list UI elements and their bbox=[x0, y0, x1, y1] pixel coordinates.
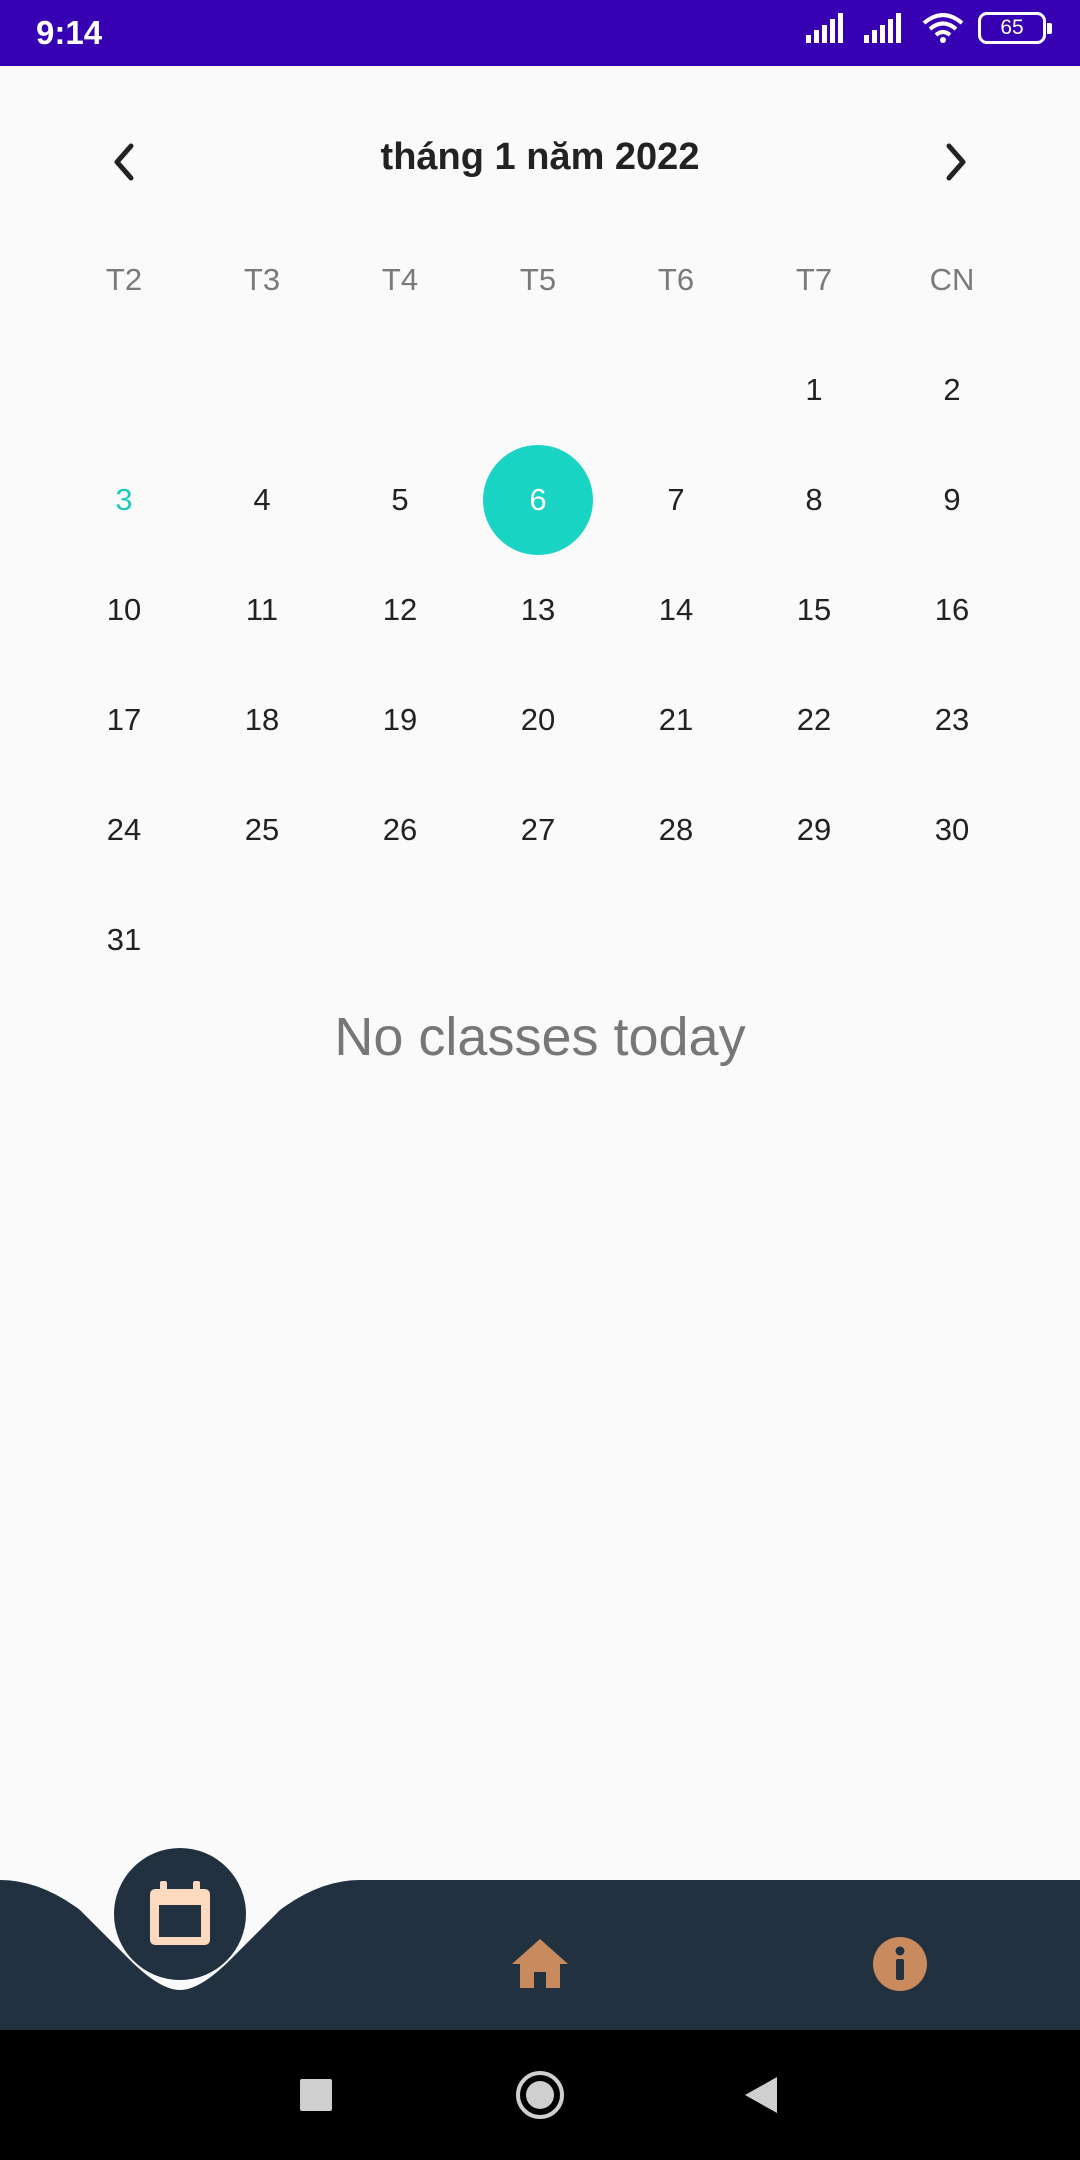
calendar-day[interactable]: 12 bbox=[345, 555, 455, 665]
calendar-day[interactable]: 11 bbox=[207, 555, 317, 665]
calendar-day[interactable]: 9 bbox=[897, 445, 1007, 555]
system-navigation-bar bbox=[0, 2030, 1080, 2160]
status-icons: 65 bbox=[806, 12, 1052, 44]
calendar-day[interactable]: 22 bbox=[759, 665, 869, 775]
calendar-day-selected[interactable]: 6 bbox=[483, 445, 593, 555]
signal-icon bbox=[806, 13, 843, 43]
calendar-day[interactable]: 13 bbox=[483, 555, 593, 665]
calendar-day[interactable]: 2 bbox=[897, 335, 1007, 445]
calendar-day[interactable]: 17 bbox=[69, 665, 179, 775]
wifi-icon bbox=[922, 13, 964, 43]
calendar-day[interactable]: 4 bbox=[207, 445, 317, 555]
recents-button[interactable] bbox=[281, 2060, 351, 2130]
signal-icon-2 bbox=[864, 13, 901, 43]
weekday-label: T7 bbox=[795, 262, 833, 297]
calendar-day[interactable]: 7 bbox=[621, 445, 731, 555]
chevron-right-icon bbox=[946, 143, 966, 181]
status-bar: 9:14 65 bbox=[0, 0, 1080, 66]
weekday-label: T2 bbox=[105, 262, 143, 297]
calendar-day[interactable]: 16 bbox=[897, 555, 1007, 665]
calendar-day[interactable]: 20 bbox=[483, 665, 593, 775]
calendar-day[interactable]: 23 bbox=[897, 665, 1007, 775]
calendar-day[interactable]: 30 bbox=[897, 775, 1007, 885]
calendar-day[interactable]: 19 bbox=[345, 665, 455, 775]
calendar-day[interactable]: 10 bbox=[69, 555, 179, 665]
weekday-label: T4 bbox=[381, 262, 419, 297]
calendar-day[interactable]: 15 bbox=[759, 555, 869, 665]
month-title: tháng 1 năm 2022 bbox=[380, 136, 700, 178]
calendar-day[interactable]: 21 bbox=[621, 665, 731, 775]
calendar-day[interactable]: 24 bbox=[69, 775, 179, 885]
info-tab-button[interactable] bbox=[872, 1936, 928, 1992]
calendar-day[interactable]: 8 bbox=[759, 445, 869, 555]
triangle-back-icon bbox=[745, 2077, 777, 2113]
home-icon bbox=[512, 1939, 568, 1988]
back-button[interactable] bbox=[726, 2060, 796, 2130]
weekday-label: T3 bbox=[243, 262, 281, 297]
weekday-label: CN bbox=[929, 262, 975, 297]
calendar-day[interactable]: 29 bbox=[759, 775, 869, 885]
weekday-label: T6 bbox=[657, 262, 695, 297]
calendar-day[interactable]: 25 bbox=[207, 775, 317, 885]
calendar-day[interactable]: 26 bbox=[345, 775, 455, 885]
calendar-day[interactable]: 18 bbox=[207, 665, 317, 775]
weekday-label: T5 bbox=[519, 262, 557, 297]
next-month-button[interactable] bbox=[928, 134, 984, 190]
calendar-icon bbox=[150, 1881, 210, 1945]
calendar-day[interactable]: 27 bbox=[483, 775, 593, 885]
battery-icon: 65 bbox=[978, 12, 1052, 44]
square-icon bbox=[300, 2079, 332, 2111]
home-tab-button[interactable] bbox=[508, 1936, 572, 1992]
calendar-tab-button[interactable] bbox=[114, 1848, 246, 1980]
calendar-day-today[interactable]: 3 bbox=[69, 445, 179, 555]
calendar-day[interactable]: 5 bbox=[345, 445, 455, 555]
status-time: 9:14 bbox=[36, 14, 103, 51]
calendar-header: tháng 1 năm 2022 bbox=[0, 110, 1080, 210]
home-system-button[interactable] bbox=[505, 2060, 575, 2130]
empty-state-message: No classes today bbox=[334, 1007, 746, 1067]
calendar-day[interactable]: 28 bbox=[621, 775, 731, 885]
calendar-day[interactable]: 14 bbox=[621, 555, 731, 665]
calendar-day[interactable]: 31 bbox=[69, 885, 179, 995]
weekday-row: T2 T3 T4 T5 T6 T7 CN bbox=[0, 262, 1080, 312]
calendar-day[interactable]: 1 bbox=[759, 335, 869, 445]
circle-icon bbox=[516, 2071, 564, 2119]
info-icon bbox=[873, 1937, 927, 1991]
